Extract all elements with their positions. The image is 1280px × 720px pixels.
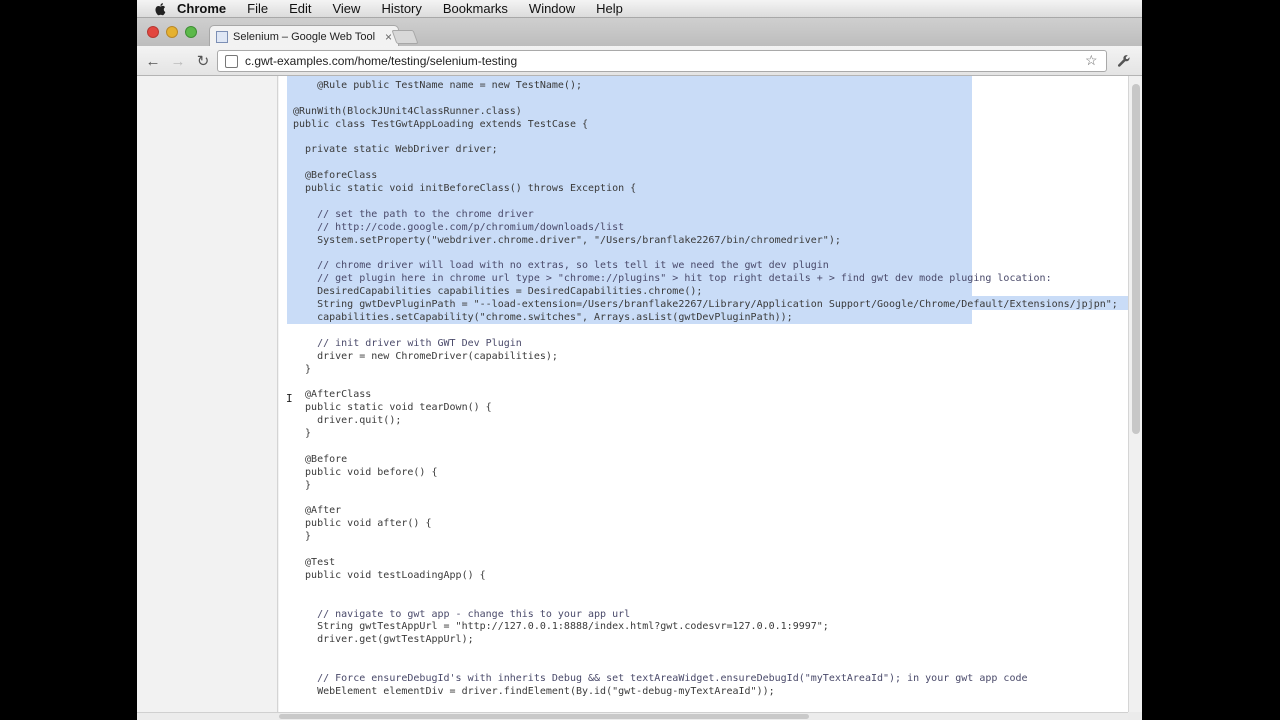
code-line: DesiredCapabilities capabilities = Desir… [293,286,703,298]
code-line: @BeforeClass [293,170,378,182]
code-line: driver = new ChromeDriver(capabilities); [293,350,558,362]
code-line: public void before() { [293,466,438,478]
code-line: String gwtTestAppUrl = "http://127.0.0.1… [293,621,829,633]
page-favicon-icon [216,30,228,43]
code-line: // http://code.google.com/p/chromium/dow… [293,221,625,233]
code-line: WebElement elementDiv = driver.findEleme… [293,685,775,697]
code-line: driver.quit(); [293,415,402,427]
code-line: } [293,479,312,491]
code-line: @After [293,505,342,517]
code-line: System.setProperty("webdriver.chrome.dri… [293,234,841,246]
back-arrow-icon[interactable]: ← [142,51,164,71]
code-document: @Rule public TestName name = new TestNam… [279,76,1128,712]
code-line: @Test [293,556,336,568]
text-cursor-icon: I [286,392,293,405]
forward-arrow-icon[interactable]: → [167,51,189,71]
code-line: } [293,363,312,375]
code-line: capabilities.setCapability("chrome.switc… [293,312,793,324]
address-url[interactable]: c.gwt-examples.com/home/testing/selenium… [245,54,517,68]
new-tab-button[interactable] [391,30,419,44]
code-line: } [293,428,312,440]
reload-icon[interactable]: ↻ [192,51,214,71]
code-line: // set the path to the chrome driver [293,208,534,220]
wrench-menu-icon[interactable] [1113,51,1135,71]
tab-title: Selenium – Google Web Tool [233,30,376,43]
horizontal-scrollbar-thumb[interactable] [279,714,809,719]
menu-chrome[interactable]: Chrome [177,1,226,16]
code-line: // Force ensureDebugId's with inherits D… [293,672,1028,684]
code-line: private static WebDriver driver; [293,144,498,156]
code-line: // chrome driver will load with no extra… [293,260,829,272]
page-content: @Rule public TestName name = new TestNam… [137,76,1128,712]
menu-history[interactable]: History [381,1,421,16]
code-line: // get plugin here in chrome url type > … [293,273,1052,285]
code-line: driver.get(gwtTestAppUrl); [293,634,474,646]
code-line: // navigate to gwt app - change this to … [293,608,631,620]
page-icon [225,54,238,68]
code-line: public class TestGwtAppLoading extends T… [293,118,589,130]
code-line: } [293,531,312,543]
code-line: public static void initBeforeClass() thr… [293,183,637,195]
site-sidebar [137,76,278,712]
bookmark-star-icon[interactable]: ☆ [1085,52,1098,69]
mac-menu-bar: Chrome File Edit View History Bookmarks … [137,0,1142,18]
tab-strip: Selenium – Google Web Tool × [137,18,1142,47]
tab-close-icon[interactable]: × [385,30,392,44]
menu-help[interactable]: Help [596,1,623,16]
horizontal-scrollbar[interactable] [137,712,1128,720]
window-zoom-button[interactable] [185,26,197,38]
menu-window[interactable]: Window [529,1,575,16]
vertical-scrollbar[interactable] [1128,76,1142,712]
address-bar[interactable]: c.gwt-examples.com/home/testing/selenium… [217,50,1107,72]
tab-selenium[interactable]: Selenium – Google Web Tool × [209,25,399,47]
apple-icon[interactable] [153,2,167,16]
menu-bookmarks[interactable]: Bookmarks [443,1,508,16]
menu-view[interactable]: View [332,1,360,16]
browser-toolbar: ← → ↻ c.gwt-examples.com/home/testing/se… [137,46,1142,76]
code-line: @AfterClass [293,389,372,401]
code-line: String gwtDevPluginPath = "--load-extens… [293,299,1118,311]
code-line: public static void tearDown() { [293,402,492,414]
code-line: // init driver with GWT Dev Plugin [293,337,522,349]
vertical-scrollbar-thumb[interactable] [1132,84,1140,434]
menu-edit[interactable]: Edit [289,1,311,16]
window-close-button[interactable] [147,26,159,38]
browser-window: Selenium – Google Web Tool × ← → ↻ c.gwt… [137,18,1142,720]
window-minimize-button[interactable] [166,26,178,38]
code-line: @RunWith(BlockJUnit4ClassRunner.class) [293,105,522,117]
code-line: public void testLoadingApp() { [293,569,486,581]
code-line: @Before [293,453,348,465]
menu-file[interactable]: File [247,1,268,16]
code-line: @Rule public TestName name = new TestNam… [293,80,582,91]
code-listing[interactable]: @Rule public TestName name = new TestNam… [293,80,1123,699]
code-line: public void after() { [293,518,432,530]
